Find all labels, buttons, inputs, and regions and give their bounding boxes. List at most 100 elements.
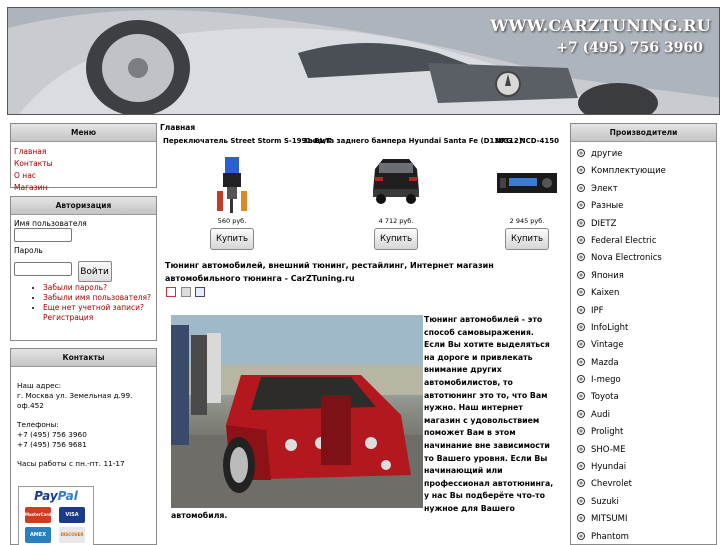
product-image-switch[interactable] xyxy=(215,151,249,213)
bullet-icon xyxy=(577,340,585,349)
mastercard-icon: MasterCard xyxy=(25,507,51,523)
register-item: Еще нет учетной записи? Регистрация xyxy=(43,303,156,323)
manufacturer-item[interactable]: Nova Electronics xyxy=(571,250,716,267)
manufacturer-item[interactable]: Phantom xyxy=(571,529,716,545)
manufacturer-item[interactable]: Prolight xyxy=(571,424,716,441)
manufacturer-label: Mazda xyxy=(591,357,619,368)
login-title: Авторизация xyxy=(11,197,156,215)
menu-panel: Меню Главная Контакты О нас Магазин xyxy=(10,123,157,192)
forgot-username-item: Забыли имя пользователя? xyxy=(43,293,156,303)
manufacturer-item[interactable]: Разные xyxy=(571,198,716,215)
manufacturer-item[interactable]: MITSUMI xyxy=(571,511,716,528)
password-input[interactable] xyxy=(14,262,72,276)
menu-item-contacts[interactable]: Контакты xyxy=(14,158,153,170)
print-icon[interactable] xyxy=(180,287,191,297)
manufacturer-label: Toyota xyxy=(591,392,619,403)
manufacturer-label: Suzuki xyxy=(591,496,619,507)
bullet-icon xyxy=(577,427,585,436)
manufacturer-label: DIETZ xyxy=(591,218,617,229)
article-body-tail: автомобиля. xyxy=(171,511,228,520)
manufacturer-item[interactable]: Chevrolet xyxy=(571,476,716,493)
manufacturer-item[interactable]: Япония xyxy=(571,268,716,285)
bullet-icon xyxy=(577,479,585,488)
menu-item-home[interactable]: Главная xyxy=(14,146,153,158)
manufacturers-title: Производители xyxy=(571,124,716,142)
bullet-icon xyxy=(577,149,585,157)
login-button[interactable]: Войти xyxy=(77,261,112,282)
bullet-icon xyxy=(577,531,585,540)
contact-phone-1: +7 (495) 756 3960 xyxy=(17,430,87,439)
product-image-radio[interactable] xyxy=(495,151,559,213)
article-title: Тюнинг автомобилей, внешний тюнинг, рест… xyxy=(165,261,494,283)
menu-item-shop[interactable]: Магазин xyxy=(14,182,153,194)
manufacturer-item[interactable]: I-mego xyxy=(571,372,716,389)
featured-products: Переключатель Street Storm S-1991-BL/T 5… xyxy=(160,137,568,250)
discover-icon: DISCOVER xyxy=(59,527,85,543)
manufacturer-item[interactable]: Suzuki xyxy=(571,494,716,511)
tuned-car-illustration xyxy=(171,315,423,508)
manufacturer-item[interactable]: Mazda xyxy=(571,355,716,372)
visa-icon: VISA xyxy=(59,507,85,523)
product-item: Переключатель Street Storm S-1991-BL/T 5… xyxy=(163,137,331,250)
manufacturer-item[interactable]: Toyota xyxy=(571,389,716,406)
bullet-icon xyxy=(577,201,585,210)
username-input[interactable] xyxy=(14,228,72,242)
buy-button[interactable]: Купить xyxy=(504,228,550,250)
buy-button[interactable]: Купить xyxy=(209,228,255,250)
product-image-bumper[interactable] xyxy=(369,151,423,213)
forgot-username-link[interactable]: Забыли имя пользователя? xyxy=(43,293,151,302)
bullet-icon xyxy=(577,444,585,453)
register-link[interactable]: Еще нет учетной записи? Регистрация xyxy=(43,303,144,322)
manufacturer-item[interactable]: другие xyxy=(571,146,716,163)
manufacturer-item[interactable]: Kaixen xyxy=(571,285,716,302)
pdf-icon[interactable] xyxy=(166,287,176,297)
manufacturer-label: Разные xyxy=(591,201,624,212)
manufacturer-label: MITSUMI xyxy=(591,514,628,525)
manufacturer-item[interactable]: IPF xyxy=(571,303,716,320)
manufacturer-item[interactable]: Комплектующие xyxy=(571,163,716,180)
manufacturer-item[interactable]: Audi xyxy=(571,407,716,424)
contacts-title: Контакты xyxy=(11,349,156,367)
paypal-logo: PayPal MasterCard VISA AMEX DISCOVER xyxy=(18,486,94,545)
email-icon[interactable] xyxy=(195,287,206,297)
login-panel: Авторизация Имя пользователя Пароль Войт… xyxy=(10,196,157,341)
bullet-icon xyxy=(577,235,585,244)
manufacturer-label: Kaixen xyxy=(591,288,620,299)
manufacturer-item[interactable]: DIETZ xyxy=(571,216,716,233)
manufacturer-item[interactable]: InfoLight xyxy=(571,320,716,337)
manufacturer-label: Комплектующие xyxy=(591,166,666,177)
product-name[interactable]: NRG - NCD-4150 xyxy=(489,137,565,145)
manufacturer-label: Federal Electric xyxy=(591,235,657,246)
forgot-password-link[interactable]: Забыли пароль? xyxy=(43,283,107,292)
paypal-pay: Pay xyxy=(34,489,58,503)
manufacturer-label: IPF xyxy=(591,305,604,316)
manufacturers-panel: Производители другие Комплектующие Элект Ра… xyxy=(570,123,717,545)
manufacturers-list: другие Комплектующие Элект Разные DIETZ Feder… xyxy=(571,142,716,545)
menu-item-about[interactable]: О нас xyxy=(14,170,153,182)
buy-button[interactable]: Купить xyxy=(373,228,419,250)
manufacturer-label: InfoLight xyxy=(591,322,629,333)
username-label: Имя пользователя xyxy=(14,219,87,228)
product-name[interactable]: Защита заднего бампера Hyundai Santa Fe … xyxy=(303,137,526,145)
breadcrumb: Главная xyxy=(160,123,196,132)
contact-phone-2: +7 (495) 756 9681 xyxy=(17,440,87,449)
manufacturer-label: Chevrolet xyxy=(591,479,633,490)
manufacturer-item[interactable]: Элект xyxy=(571,181,716,198)
amex-icon: AMEX xyxy=(25,527,51,543)
manufacturer-label: Nova Electronics xyxy=(591,253,662,264)
bullet-icon xyxy=(577,166,585,175)
product-item: Защита заднего бампера Hyundai Santa Fe … xyxy=(303,137,526,250)
manufacturer-item[interactable]: Hyundai xyxy=(571,459,716,476)
product-name[interactable]: Переключатель Street Storm S-1991-BL/T xyxy=(163,137,331,145)
manufacturer-item[interactable]: Federal Electric xyxy=(571,233,716,250)
forgot-password-item: Забыли пароль? xyxy=(43,283,156,293)
bullet-icon xyxy=(577,218,585,227)
product-price: 2 945 руб. xyxy=(509,217,545,225)
article-tools xyxy=(166,287,207,297)
manufacturer-item[interactable]: SHO-ME xyxy=(571,442,716,459)
address-text: г. Москва ул. Земельная д.99. оф.452 xyxy=(17,391,133,410)
bullet-icon xyxy=(577,270,585,279)
product-price: 4 712 руб. xyxy=(378,217,414,225)
manufacturer-item[interactable]: Vintage xyxy=(571,337,716,354)
bullet-icon xyxy=(577,409,585,418)
